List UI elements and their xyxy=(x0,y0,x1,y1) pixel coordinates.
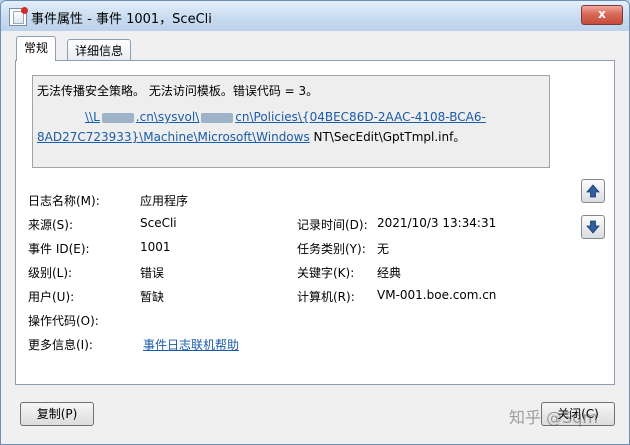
log-name-value: 应用程序 xyxy=(140,194,189,208)
title-bar[interactable]: 事件属性 - 事件 1001，SceCli x xyxy=(1,1,629,31)
computer-label: 计算机(R): xyxy=(297,290,355,304)
gpt-path-link-part3[interactable]: cn\Policies\{04BEC86D-2AAC-4108-BCA6- xyxy=(235,110,486,124)
log-name-label: 日志名称(M): xyxy=(28,194,100,208)
tab-general[interactable]: 常规 xyxy=(16,36,57,61)
event-properties-window: 事件属性 - 事件 1001，SceCli x 常规 详细信息 无法传播安全策略… xyxy=(0,0,630,445)
gpt-path-tail: NT\SecEdit\GptTmpl.inf。 xyxy=(309,130,466,144)
gpt-path-link-part4[interactable]: 8AD27C723933}\Machine\Microsoft\Windows xyxy=(37,130,310,144)
online-help-link[interactable]: 事件日志联机帮助 xyxy=(143,336,239,353)
description-line-1: 无法传播安全策略。 无法访问模板。错误代码 = 3。 xyxy=(37,84,319,98)
tab-details[interactable]: 详细信息 xyxy=(67,39,132,62)
previous-event-button[interactable] xyxy=(581,179,605,203)
next-event-button[interactable] xyxy=(581,215,605,239)
close-window-button[interactable]: x xyxy=(581,5,623,25)
logged-value: 2021/10/3 13:34:31 xyxy=(377,216,497,230)
source-value: SceCli xyxy=(140,216,177,230)
opcode-label: 操作代码(O): xyxy=(28,314,99,328)
more-info-label: 更多信息(I): xyxy=(28,338,93,352)
user-value: 暂缺 xyxy=(140,290,165,304)
copy-button[interactable]: 复制(P) xyxy=(20,402,94,426)
redacted-text xyxy=(101,112,134,123)
gpt-path-link-part2[interactable]: .cn\sysvol\ xyxy=(136,110,200,124)
arrow-up-icon xyxy=(586,184,600,198)
redacted-text xyxy=(201,112,234,123)
arrow-down-icon xyxy=(586,220,600,234)
keywords-value: 经典 xyxy=(377,266,402,280)
event-description[interactable]: 无法传播安全策略。 无法访问模板。错误代码 = 3。 \\L .cn\sysvol… xyxy=(32,75,550,168)
keywords-label: 关键字(K): xyxy=(297,266,355,280)
gpt-path-link-part1[interactable]: \\L xyxy=(85,110,100,124)
user-label: 用户(U): xyxy=(28,290,75,304)
event-id-label: 事件 ID(E): xyxy=(28,242,90,256)
event-viewer-icon xyxy=(9,7,28,26)
description-line-3: 8AD27C723933}\Machine\Microsoft\Windows … xyxy=(37,128,545,145)
task-category-value: 无 xyxy=(377,242,390,256)
level-value: 错误 xyxy=(140,266,165,280)
event-id-value: 1001 xyxy=(140,240,171,254)
source-label: 来源(S): xyxy=(28,218,74,232)
window-title: 事件属性 - 事件 1001，SceCli xyxy=(31,12,212,27)
computer-value: VM-001.boe.com.cn xyxy=(377,288,497,302)
level-label: 级别(L): xyxy=(28,266,73,280)
description-line-2: \\L .cn\sysvol\ cn\Policies\{04BEC86D-2AAC… xyxy=(37,110,545,124)
watermark: 知乎 @Sqm xyxy=(509,408,598,427)
task-category-label: 任务类别(Y): xyxy=(297,242,366,256)
logged-label: 记录时间(D): xyxy=(297,218,368,232)
